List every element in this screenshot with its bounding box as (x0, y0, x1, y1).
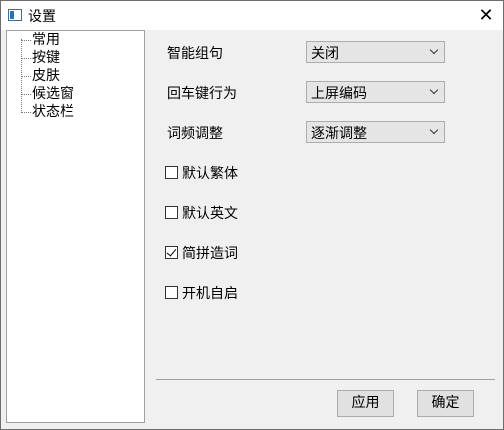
checkbox-label: 默认繁体 (182, 166, 238, 182)
tree-item-general[interactable]: 常用 (21, 31, 60, 49)
smart-group-select[interactable]: 关闭 (306, 41, 445, 63)
window-title: 设置 (28, 9, 56, 25)
smart-group-label: 智能组句 (167, 46, 223, 62)
checkbox-box[interactable] (165, 166, 178, 179)
tree-item-keys[interactable]: 按键 (21, 49, 60, 67)
enter-key-value: 上屏编码 (311, 86, 367, 102)
chevron-down-icon (429, 125, 439, 135)
title-bar: 设置 ✕ (1, 1, 503, 30)
checkbox-box[interactable] (165, 206, 178, 219)
checkbox-box[interactable] (165, 286, 178, 299)
separator (156, 379, 495, 380)
enter-key-select[interactable]: 上屏编码 (306, 81, 445, 103)
chevron-down-icon (429, 85, 439, 95)
tree-item-skin[interactable]: 皮肤 (21, 67, 60, 85)
checkbox-label: 开机自启 (182, 286, 238, 302)
frequency-select[interactable]: 逐渐调整 (306, 121, 445, 143)
category-tree: 常用 按键 皮肤 候选窗 状态栏 (6, 30, 145, 423)
checkbox-label: 简拼造词 (182, 246, 238, 262)
smart-group-value: 关闭 (311, 46, 339, 62)
ok-button[interactable]: 确定 (417, 390, 474, 417)
settings-window: 设置 ✕ 常用 按键 皮肤 候选窗 状态栏 智能组句 关闭 回车键行为 上屏编码… (0, 0, 504, 430)
enter-key-label: 回车键行为 (167, 86, 237, 102)
frequency-label: 词频调整 (167, 126, 223, 142)
checkbox-box-checked[interactable] (165, 246, 178, 259)
checkbox-label: 默认英文 (182, 206, 238, 222)
app-icon (8, 9, 22, 21)
close-icon[interactable]: ✕ (469, 1, 503, 30)
frequency-value: 逐渐调整 (311, 126, 367, 142)
chevron-down-icon (429, 45, 439, 55)
apply-button[interactable]: 应用 (337, 390, 394, 417)
tree-item-status-bar[interactable]: 状态栏 (21, 103, 74, 121)
tree-item-candidate-window[interactable]: 候选窗 (21, 85, 74, 103)
